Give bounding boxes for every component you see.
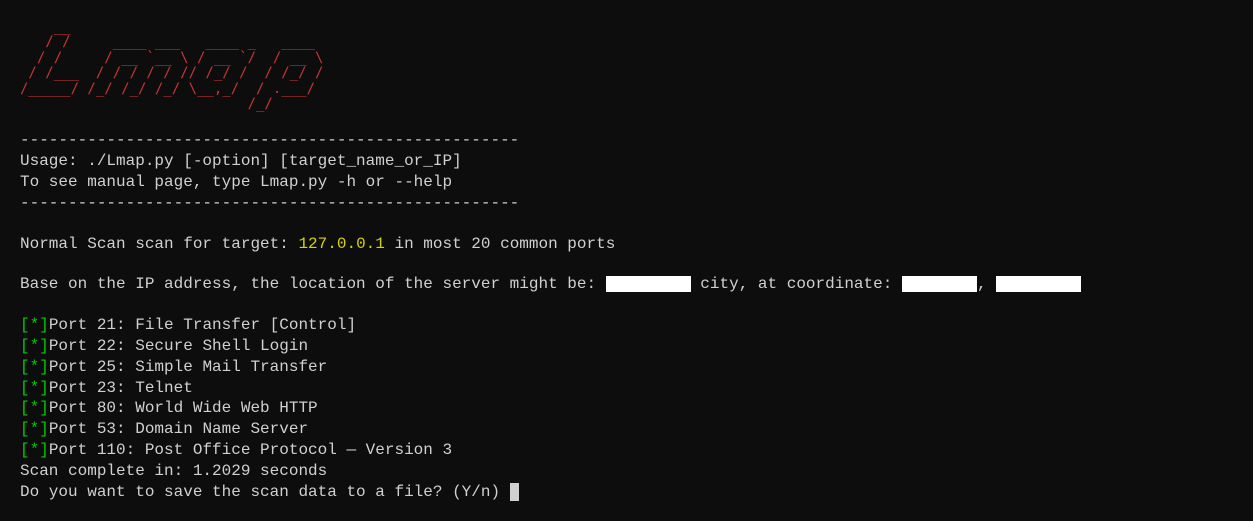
location-prefix: Base on the IP address, the location of … (20, 275, 606, 293)
port-text: Port 21: File Transfer [Control] (49, 316, 356, 334)
port-text: Port 25: Simple Mail Transfer (49, 358, 327, 376)
port-result-line: [*]Port 23: Telnet (20, 378, 1233, 399)
port-open-marker: [*] (20, 399, 49, 417)
port-open-marker: [*] (20, 337, 49, 355)
port-open-marker: [*] (20, 358, 49, 376)
scan-prefix: Normal Scan scan for target: (20, 235, 298, 253)
redacted-city (606, 276, 691, 292)
scan-suffix: in most 20 common ports (385, 235, 615, 253)
port-text: Port 22: Secure Shell Login (49, 337, 308, 355)
port-text: Port 80: World Wide Web HTTP (49, 399, 318, 417)
location-line: Base on the IP address, the location of … (20, 274, 1233, 295)
save-prompt-text: Do you want to save the scan data to a f… (20, 483, 510, 501)
location-comma: , (977, 275, 996, 293)
port-open-marker: [*] (20, 420, 49, 438)
lmap-ascii-logo: __ / / ____ ___ ____ _ ____ / / / __ `__… (20, 20, 1233, 112)
port-result-line: [*]Port 110: Post Office Protocol — Vers… (20, 440, 1233, 461)
usage-text: Usage: ./Lmap.py [-option] [target_name_… (20, 151, 1233, 172)
port-open-marker: [*] (20, 379, 49, 397)
port-result-line: [*]Port 21: File Transfer [Control] (20, 315, 1233, 336)
redacted-coord-2 (996, 276, 1081, 292)
port-open-marker: [*] (20, 316, 49, 334)
port-text: Port 110: Post Office Protocol — Version… (49, 441, 452, 459)
target-ip: 127.0.0.1 (298, 235, 384, 253)
terminal-cursor (510, 483, 519, 501)
divider-bottom: ----------------------------------------… (20, 193, 1233, 214)
help-text: To see manual page, type Lmap.py -h or -… (20, 172, 1233, 193)
port-result-line: [*]Port 22: Secure Shell Login (20, 336, 1233, 357)
port-result-line: [*]Port 25: Simple Mail Transfer (20, 357, 1233, 378)
save-prompt-line[interactable]: Do you want to save the scan data to a f… (20, 482, 1233, 503)
port-text: Port 23: Telnet (49, 379, 193, 397)
port-result-line: [*]Port 80: World Wide Web HTTP (20, 398, 1233, 419)
port-text: Port 53: Domain Name Server (49, 420, 308, 438)
divider-top: ----------------------------------------… (20, 130, 1233, 151)
port-open-marker: [*] (20, 441, 49, 459)
scan-complete-text: Scan complete in: 1.2029 seconds (20, 461, 1233, 482)
location-city-label: city, at coordinate: (691, 275, 902, 293)
redacted-coord-1 (902, 276, 977, 292)
port-result-line: [*]Port 53: Domain Name Server (20, 419, 1233, 440)
scan-target-line: Normal Scan scan for target: 127.0.0.1 i… (20, 234, 1233, 255)
